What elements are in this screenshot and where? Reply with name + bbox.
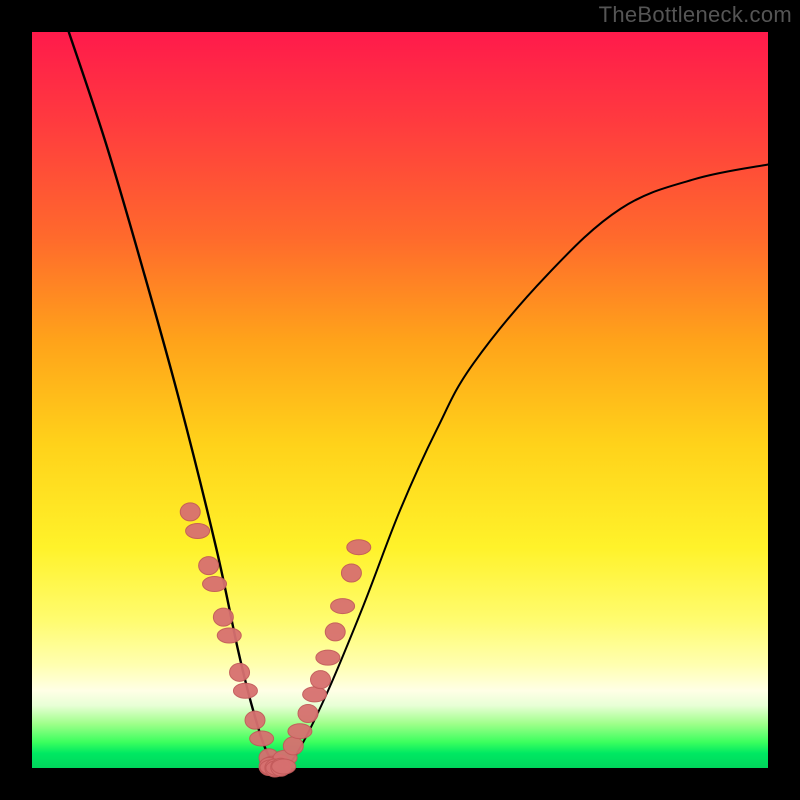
highlight-dot: [298, 705, 318, 723]
highlight-dot: [303, 687, 327, 702]
chart-root: TheBottleneck.com: [0, 0, 800, 800]
highlight-dot: [186, 524, 210, 539]
highlight-dot: [347, 540, 371, 555]
curve-left: [69, 32, 282, 768]
highlight-dot: [283, 737, 303, 755]
highlight-dot: [311, 671, 331, 689]
highlight-dot: [288, 724, 312, 739]
highlight-dot: [331, 599, 355, 614]
dots-layer: [180, 503, 371, 777]
highlight-dot: [325, 623, 345, 641]
plot-area: [32, 32, 768, 768]
watermark-text: TheBottleneck.com: [599, 2, 792, 28]
highlight-dot: [245, 711, 265, 729]
highlight-dot: [250, 731, 274, 746]
highlight-dot: [217, 628, 241, 643]
curve-right: [282, 164, 768, 768]
highlight-dot: [180, 503, 200, 521]
chart-svg: [32, 32, 768, 768]
highlight-dot: [272, 759, 296, 774]
highlight-dot: [341, 564, 361, 582]
highlight-dot: [213, 608, 233, 626]
highlight-dot: [199, 557, 219, 575]
highlight-dot: [233, 683, 257, 698]
highlight-dot: [230, 663, 250, 681]
highlight-dot: [316, 650, 340, 665]
curve-layer: [69, 32, 768, 768]
highlight-dot: [203, 577, 227, 592]
